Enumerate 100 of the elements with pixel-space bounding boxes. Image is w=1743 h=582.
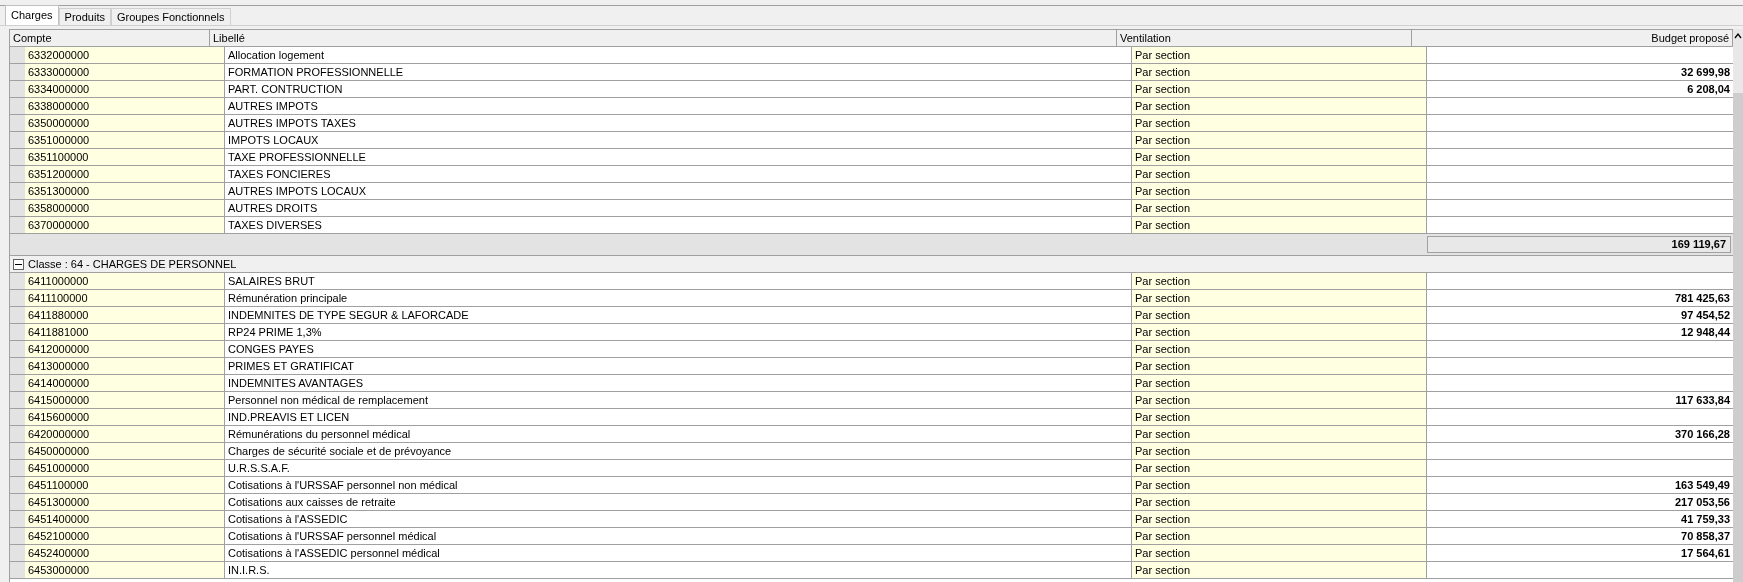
ventilation-cell: Par section	[1132, 392, 1427, 408]
ventilation-cell: Par section	[1132, 477, 1427, 493]
ventilation-cell: Par section	[1132, 166, 1427, 182]
label-cell: Rémunérations du personnel médical	[225, 426, 1132, 442]
account-cell: 6414000000	[25, 375, 225, 391]
account-cell: 6333000000	[25, 64, 225, 80]
row-indent	[10, 290, 25, 306]
row-indent	[10, 426, 25, 442]
ventilation-cell: Par section	[1132, 81, 1427, 97]
label-cell: CONGES PAYES	[225, 341, 1132, 357]
label-cell: AUTRES IMPOTS	[225, 98, 1132, 114]
account-cell: 6370000000	[25, 217, 225, 233]
row-indent	[10, 115, 25, 131]
budget-value: 163 549,49	[1674, 479, 1730, 491]
ventilation-cell: Par section	[1132, 341, 1427, 357]
row-indent	[10, 64, 25, 80]
row-indent	[10, 307, 25, 323]
budget-value: 12 948,44	[1681, 326, 1730, 338]
label-cell: Cotisations à l'URSSAF personnel non médical	[225, 477, 1132, 493]
label-cell: RP24 PRIME 1,3%	[225, 324, 1132, 340]
row-indent	[10, 324, 25, 340]
ventilation-cell: Par section	[1132, 528, 1427, 544]
ventilation-cell: Par section	[1132, 426, 1427, 442]
account-cell: 6415600000	[25, 409, 225, 425]
ventilation-cell: Par section	[1132, 545, 1427, 561]
collapse-icon[interactable]	[13, 258, 24, 270]
budget-value: 17 564,61	[1681, 547, 1730, 559]
account-cell: 6451100000	[25, 477, 225, 493]
label-cell: AUTRES IMPOTS TAXES	[225, 115, 1132, 131]
account-cell: 6451300000	[25, 494, 225, 510]
tab[interactable]: Charges	[5, 5, 59, 25]
account-cell: 6420000000	[25, 426, 225, 442]
label-cell: Cotisations à l'ASSEDIC	[225, 511, 1132, 527]
tab[interactable]: Produits	[58, 8, 111, 25]
account-cell: 6452400000	[25, 545, 225, 561]
account-cell: 6415000000	[25, 392, 225, 408]
label-cell: U.R.S.S.A.F.	[225, 460, 1132, 476]
ventilation-cell: Par section	[1132, 290, 1427, 306]
label-cell: Rémunération principale	[225, 290, 1132, 306]
ventilation-cell: Par section	[1132, 200, 1427, 216]
label-cell: SALAIRES BRUT	[225, 273, 1132, 289]
budget-value: 217 053,56	[1674, 496, 1730, 508]
row-indent	[10, 358, 25, 374]
row-indent	[10, 545, 25, 561]
row-indent	[10, 183, 25, 199]
label-cell: TAXE PROFESSIONNELLE	[225, 149, 1132, 165]
subtotal-value: 169 119,67	[1427, 236, 1731, 253]
account-cell: 6411880000	[25, 307, 225, 323]
account-cell: 6350000000	[25, 115, 225, 131]
row-indent	[10, 98, 25, 114]
ventilation-cell: Par section	[1132, 460, 1427, 476]
label-cell: Cotisations à l'URSSAF personnel médical	[225, 528, 1132, 544]
ventilation-cell: Par section	[1132, 47, 1427, 63]
row-indent	[10, 494, 25, 510]
account-cell: 6450000000	[25, 443, 225, 459]
label-cell: Allocation logement	[225, 47, 1132, 63]
label-cell: AUTRES DROITS	[225, 200, 1132, 216]
ventilation-cell: Par section	[1132, 511, 1427, 527]
row-indent	[10, 528, 25, 544]
ventilation-cell: Par section	[1132, 98, 1427, 114]
column-header[interactable]: Libellé	[210, 30, 1117, 46]
label-cell: PART. CONTRUCTION	[225, 81, 1132, 97]
ventilation-cell: Par section	[1132, 494, 1427, 510]
account-cell: 6451400000	[25, 511, 225, 527]
budget-value: 370 166,28	[1674, 428, 1730, 440]
ventilation-cell: Par section	[1132, 409, 1427, 425]
row-indent	[10, 81, 25, 97]
row-indent	[10, 273, 25, 289]
account-cell: 6332000000	[25, 47, 225, 63]
ventilation-cell: Par section	[1132, 358, 1427, 374]
row-indent	[10, 562, 25, 578]
label-cell: Cotisations à l'ASSEDIC personnel médical	[225, 545, 1132, 561]
budget-value: 6 208,04	[1687, 83, 1730, 95]
row-indent	[10, 166, 25, 182]
account-cell: 6351200000	[25, 166, 225, 182]
row-indent	[10, 149, 25, 165]
budget-value: 32 699,98	[1681, 66, 1730, 78]
ventilation-cell: Par section	[1132, 324, 1427, 340]
label-cell: Cotisations aux caisses de retraite	[225, 494, 1132, 510]
budget-value: 117 633,84	[1675, 394, 1730, 406]
account-cell: 6411100000	[25, 290, 225, 306]
column-header[interactable]: Ventilation	[1117, 30, 1412, 46]
label-cell: Personnel non médical de remplacement	[225, 392, 1132, 408]
ventilation-cell: Par section	[1132, 132, 1427, 148]
ventilation-cell: Par section	[1132, 115, 1427, 131]
ventilation-cell: Par section	[1132, 183, 1427, 199]
tab[interactable]: Groupes Fonctionnels	[110, 8, 231, 25]
ventilation-cell: Par section	[1132, 64, 1427, 80]
account-cell: 6411881000	[25, 324, 225, 340]
label-cell: PRIMES ET GRATIFICAT	[225, 358, 1132, 374]
label-cell: AUTRES IMPOTS LOCAUX	[225, 183, 1132, 199]
account-cell: 6412000000	[25, 341, 225, 357]
row-indent	[10, 477, 25, 493]
column-header[interactable]: Compte	[10, 30, 210, 46]
row-indent	[10, 443, 25, 459]
label-cell: TAXES DIVERSES	[225, 217, 1132, 233]
group-title: Classe : 64 - CHARGES DE PERSONNEL	[28, 256, 237, 272]
account-cell: 6411000000	[25, 273, 225, 289]
row-indent	[10, 341, 25, 357]
account-cell: 6351300000	[25, 183, 225, 199]
